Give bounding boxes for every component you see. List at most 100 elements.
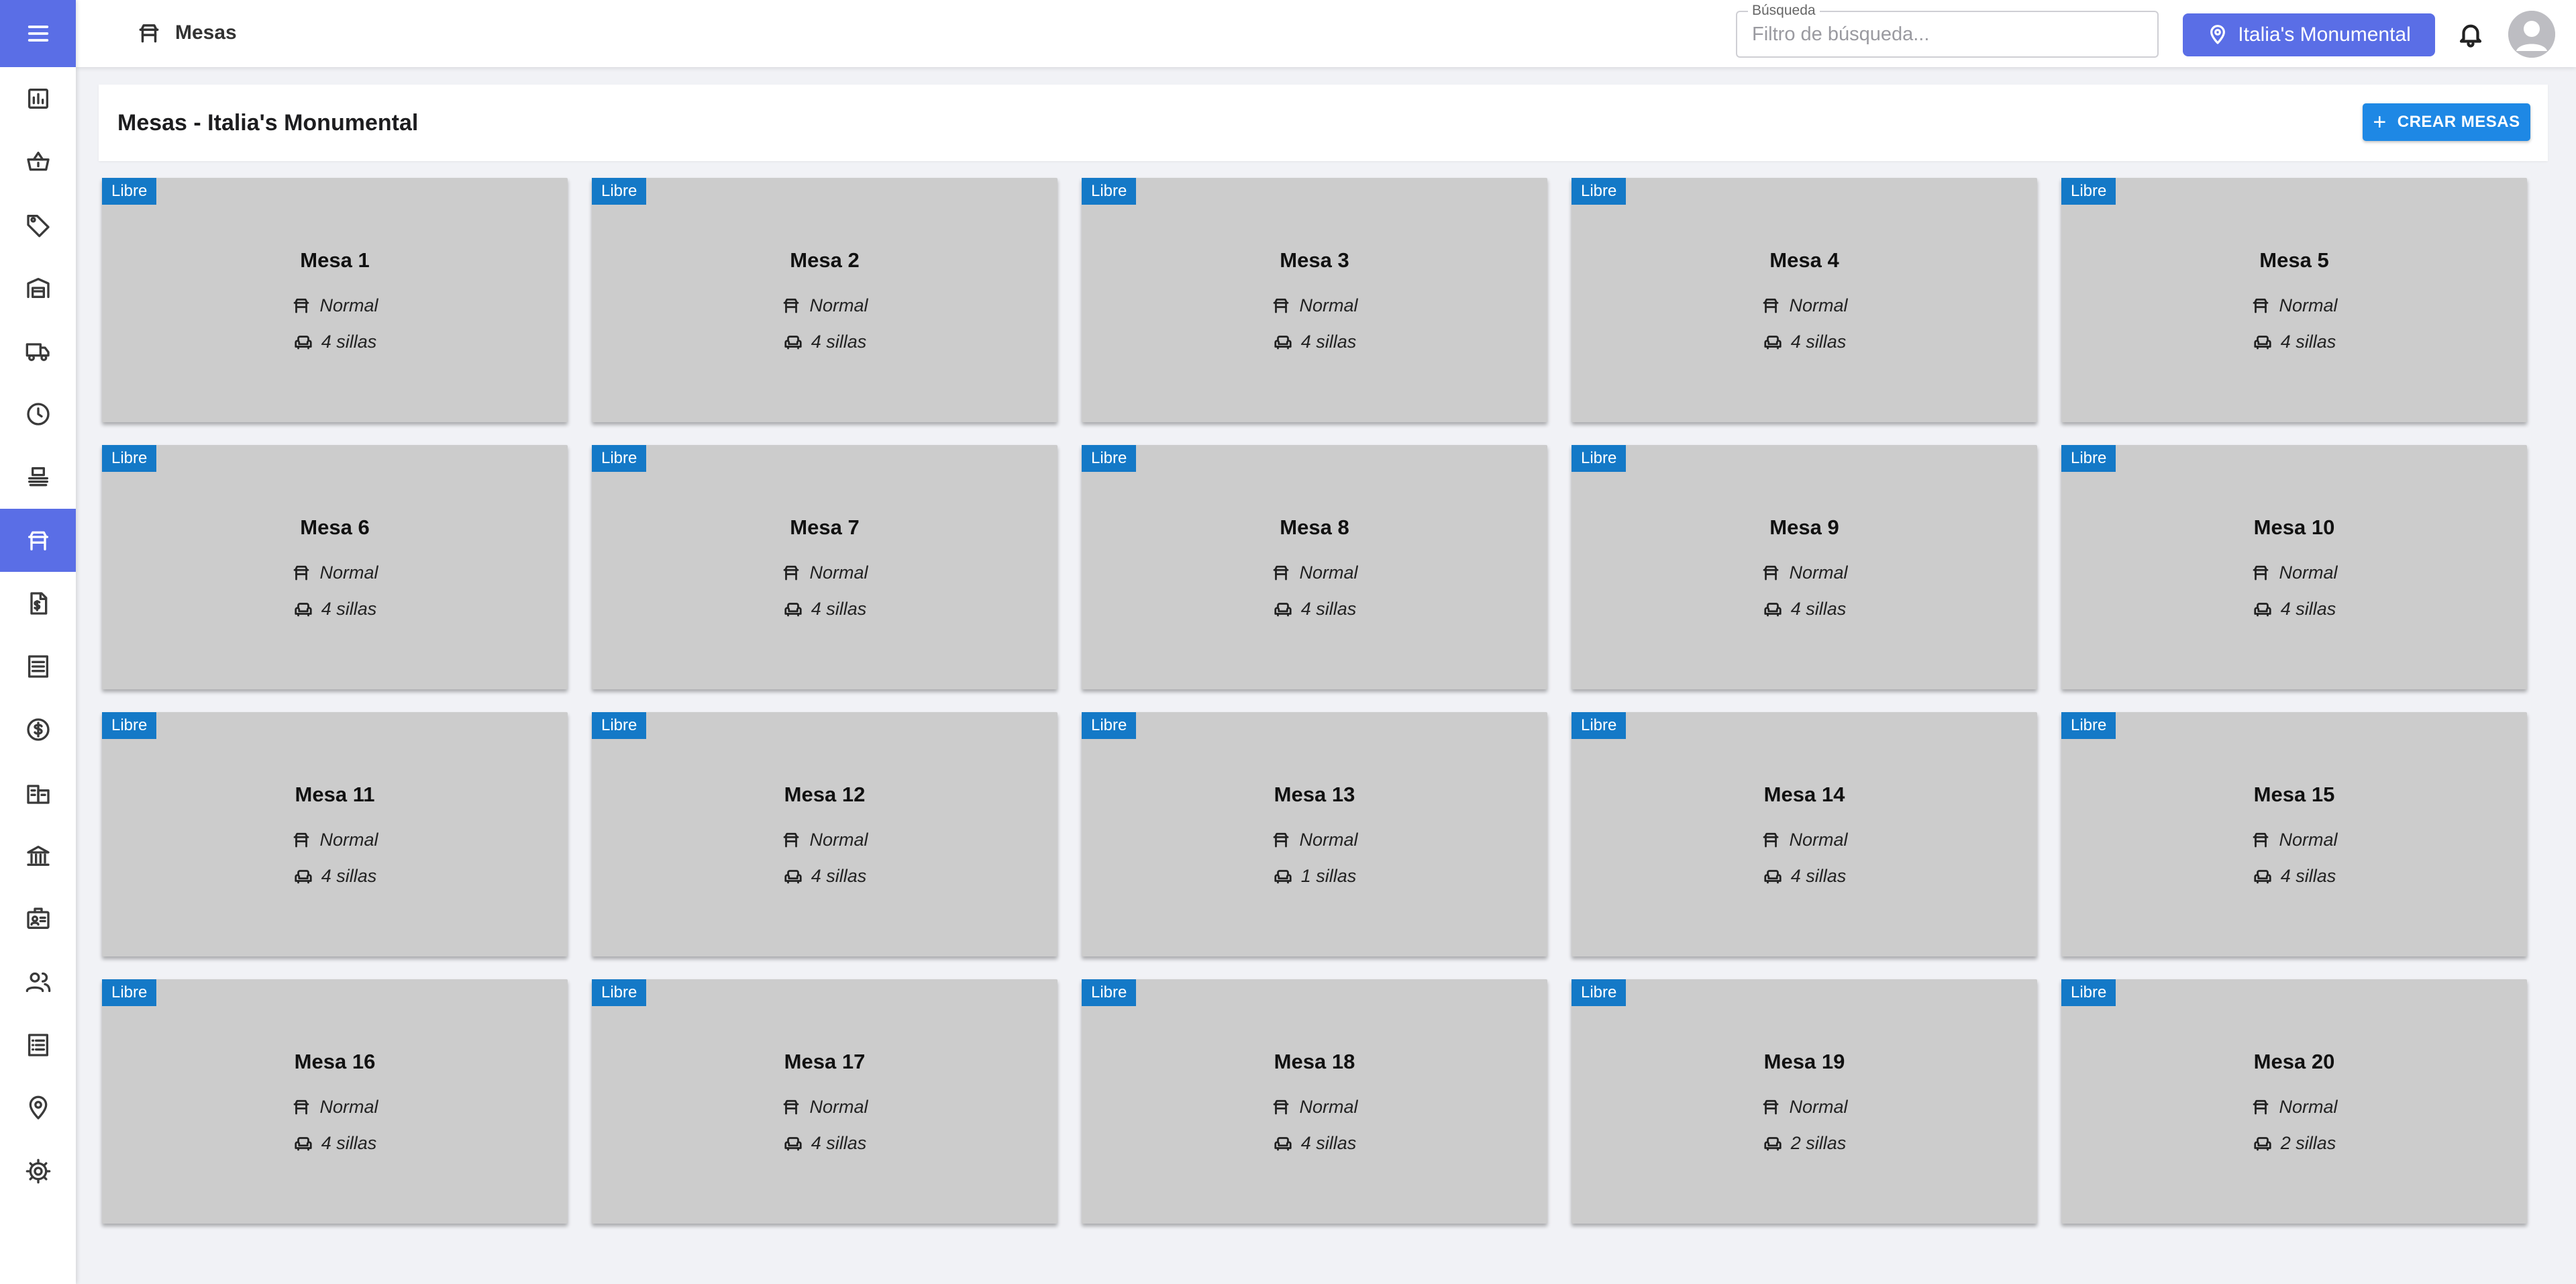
table-icon [2253,298,2269,313]
avatar[interactable] [2508,11,2555,58]
table-seats: 4 sillas [1790,865,1847,886]
table-card[interactable]: Libre Mesa 20 Normal 2 sillas [2061,979,2527,1224]
search-field[interactable]: Búsqueda [1736,3,2159,58]
sidebar-item-tables[interactable] [0,509,76,572]
location-icon [29,1095,47,1120]
sofa-icon [2254,870,2271,884]
table-card[interactable]: Libre Mesa 10 Normal 4 sillas [2061,445,2527,689]
table-card[interactable]: Libre Mesa 18 Normal 4 sillas [1082,979,1547,1224]
table-card[interactable]: Libre Mesa 17 Normal 4 sillas [592,979,1058,1224]
table-type: Normal [2279,295,2338,315]
table-name: Mesa 17 [784,1050,866,1073]
sidebar-item-products[interactable] [0,193,76,256]
table-card[interactable]: Libre Mesa 13 Normal 1 sillas [1082,712,1547,956]
table-seats-row: 4 sillas [783,324,866,360]
sofa-icon [1274,1137,1292,1151]
user-avatar-icon [2508,11,2555,58]
table-name: Mesa 16 [294,1050,376,1073]
sofa-icon [784,603,802,617]
table-card[interactable]: Libre Mesa 1 Normal 4 sillas [102,178,568,422]
chart-icon [28,89,48,109]
table-seats: 4 sillas [811,865,867,886]
table-seats: 2 sillas [1790,1132,1847,1153]
sidebar-item-payments[interactable] [0,698,76,761]
sofa-icon [295,1137,312,1151]
badge-icon [26,907,50,929]
table-type-row: Normal [781,554,868,591]
location-pin-icon [2210,25,2226,44]
table-name: Mesa 13 [1274,783,1355,806]
table-card[interactable]: Libre Mesa 5 Normal 4 sillas [2061,178,2527,422]
create-button-label: CREAR MESAS [2397,113,2520,131]
table-name: Mesa 19 [1763,1050,1845,1073]
table-seats-row: 4 sillas [293,591,376,627]
sidebar-item-warehouse[interactable] [0,256,76,319]
table-seats-row: 4 sillas [1763,324,1847,360]
sidebar-item-orders[interactable] [0,130,76,193]
sidebar-item-banks[interactable] [0,824,76,887]
table-type: Normal [1299,562,1358,583]
header-title: Mesas [175,21,237,44]
sofa-icon [295,603,312,617]
table-card-body: Mesa 19 Normal 2 sillas [1572,979,2037,1224]
sidebar-item-delivery[interactable] [0,319,76,383]
sidebar-item-settings[interactable] [0,1140,76,1203]
bell-icon [2459,24,2482,48]
gear-icon [25,1158,50,1184]
sidebar-item-locations[interactable] [0,1077,76,1140]
table-card[interactable]: Libre Mesa 4 Normal 4 sillas [1572,178,2037,422]
table-card[interactable]: Libre Mesa 19 Normal 2 sillas [1572,979,2037,1224]
table-type: Normal [319,562,378,583]
table-name: Mesa 20 [2253,1050,2335,1073]
notifications-button[interactable] [2457,20,2485,48]
table-card[interactable]: Libre Mesa 7 Normal 4 sillas [592,445,1058,689]
sidebar-item-branches[interactable] [0,761,76,824]
table-card[interactable]: Libre Mesa 2 Normal 4 sillas [592,178,1058,422]
sidebar-item-customers[interactable] [0,950,76,1014]
table-icon [1274,832,1289,848]
table-card-body: Mesa 9 Normal 4 sillas [1572,445,2037,689]
table-card[interactable]: Libre Mesa 12 Normal 4 sillas [592,712,1058,956]
sofa-icon [784,870,802,884]
table-card[interactable]: Libre Mesa 3 Normal 4 sillas [1082,178,1547,422]
table-card[interactable]: Libre Mesa 8 Normal 4 sillas [1082,445,1547,689]
create-tables-button[interactable]: + CREAR MESAS [2363,103,2530,141]
table-icon [28,531,48,550]
table-icon [1274,565,1289,581]
table-seats: 4 sillas [321,1132,377,1153]
table-card[interactable]: Libre Mesa 11 Normal 4 sillas [102,712,568,956]
sofa-icon [295,336,312,350]
table-seats-row: 4 sillas [783,858,867,894]
table-type-row: Normal [781,1089,868,1125]
table-card-body: Mesa 20 Normal 2 sillas [2061,979,2527,1224]
sidebar-item-invoices[interactable] [0,572,76,635]
sidebar-item-history[interactable] [0,383,76,446]
sidebar-item-kitchen[interactable] [0,446,76,509]
table-card[interactable]: Libre Mesa 16 Normal 4 sillas [102,979,568,1224]
sidebar-item-checklists[interactable] [0,1014,76,1077]
warehouse-icon [26,278,50,298]
table-card[interactable]: Libre Mesa 14 Normal 4 sillas [1572,712,2037,956]
sidebar-item-dashboard[interactable] [0,67,76,130]
table-type-row: Normal [781,822,868,858]
table-type: Normal [1789,295,1848,315]
table-name: Mesa 10 [2253,515,2335,539]
sidebar-item-reports[interactable] [0,635,76,698]
table-seats: 4 sillas [1790,331,1847,352]
location-selector-button[interactable]: Italia's Monumental [2183,13,2435,56]
sofa-icon [1274,336,1292,350]
table-icon [2253,832,2269,848]
table-type-row: Normal [2251,287,2338,324]
table-card[interactable]: Libre Mesa 9 Normal 4 sillas [1572,445,2037,689]
sidebar-item-employees[interactable] [0,887,76,950]
table-card[interactable]: Libre Mesa 15 Normal 4 sillas [2061,712,2527,956]
menu-toggle-button[interactable] [0,0,76,67]
search-input[interactable] [1737,12,2157,56]
table-name: Mesa 3 [1280,248,1349,272]
table-icon [294,832,309,848]
table-card-body: Mesa 10 Normal 4 sillas [2061,445,2527,689]
table-seats-row: 4 sillas [293,1125,377,1161]
table-type-row: Normal [2251,822,2338,858]
table-card-body: Mesa 1 Normal 4 sillas [102,178,568,422]
table-card[interactable]: Libre Mesa 6 Normal 4 sillas [102,445,568,689]
